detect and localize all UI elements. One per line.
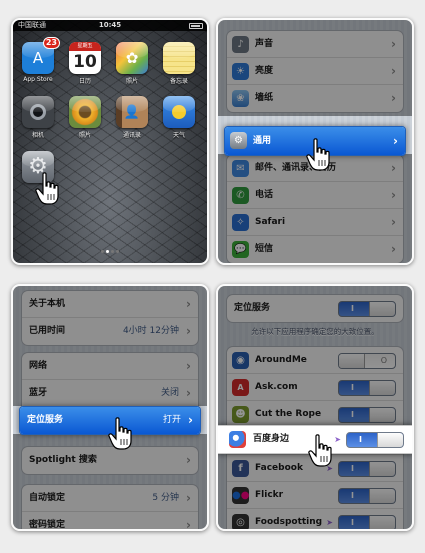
sound-icon: ♪ [232,36,249,53]
settings-row-sound[interactable]: ♪ 声音 › [227,31,403,58]
battery-icon [189,23,203,29]
chevron-right-icon: › [391,161,396,175]
page-indicator [13,238,207,257]
chevron-right-icon: › [186,386,191,400]
location-master-switch[interactable]: I [338,301,396,317]
chevron-right-icon: › [186,324,191,338]
notes-icon [163,42,195,74]
pointer-hand-icon [35,172,61,206]
app-row-cut-the-rope: ☻ Cut the Rope I [227,401,403,428]
photos-app[interactable]: ✿ 照片 [115,42,149,85]
chevron-right-icon: › [391,37,396,51]
pointer-hand-icon [306,138,332,172]
settings-row-phone[interactable]: ✆ 电话 › [227,182,403,209]
mail-icon: ✉ [232,160,249,177]
baidu-nearby-switch[interactable]: I [346,432,404,448]
chevron-right-icon: › [188,413,193,427]
usage-row[interactable]: 已用时间 4小时 12分钟 › [22,318,198,345]
spotlight-row[interactable]: Spotlight 搜索 › [22,447,198,474]
location-services-panel: 定位服务 I 允许以下应用程序确定您的大致位置。 ◉ AroundMe O A … [216,284,414,531]
wallpaper-icon: ❀ [232,90,249,107]
phone-icon: ✆ [232,187,249,204]
chevron-right-icon: › [186,297,191,311]
settings-row-brightness[interactable]: ☀ 亮度 › [227,58,403,85]
app-row-aroundme: ◉ AroundMe O [227,347,403,374]
weather-icon [163,96,195,128]
foodspotting-icon: ◎ [232,514,249,529]
about-row[interactable]: 关于本机 › [22,291,198,318]
general-icon: ⚙ [230,132,247,149]
baidu-nearby-icon [229,431,246,448]
app-row-foodspotting: ◎ Foodspotting ➤ I [227,509,403,529]
camera-app[interactable]: 相机 [21,96,55,139]
general-group-4: 自动锁定 5 分钟 › 密码锁定 › [21,484,199,531]
chevron-right-icon: › [391,64,396,78]
pointer-hand-icon [108,417,134,451]
cut-the-rope-icon: ☻ [232,406,249,423]
ask-switch[interactable]: I [338,380,396,396]
status-bar: 中国联通 10:45 [13,20,207,31]
chevron-right-icon: › [186,518,191,531]
badge-count: 23 [42,37,60,49]
notes-app[interactable]: 备忘录 [162,42,196,85]
weather-app[interactable]: 天气 [162,96,196,139]
chevron-right-icon: › [186,359,191,373]
aroundme-icon: ◉ [232,352,249,369]
location-arrow-icon: ➤ [326,518,333,527]
passcode-lock-row[interactable]: 密码锁定 › [22,512,198,531]
cut-the-rope-switch[interactable]: I [338,407,396,423]
sunflower-icon [69,96,101,128]
flickr-icon: ●● [232,487,249,504]
settings-panel: ♪ 声音 › ☀ 亮度 › ❀ 墙纸 › ⚙ 通用 › ✉ 邮件、通讯录、日历 › [216,18,414,265]
chevron-right-icon: › [393,134,398,148]
settings-row-messages[interactable]: 💬 短信 › [227,236,403,263]
location-master-row: 定位服务 I [227,295,403,322]
brightness-icon: ☀ [232,63,249,80]
gallery-app[interactable]: 照片 [68,96,102,139]
app-row-ask: A Ask.com I [227,374,403,401]
ask-icon: A [232,379,249,396]
general-group-1: 关于本机 › 已用时间 4小时 12分钟 › [21,290,199,346]
bluetooth-row[interactable]: 蓝牙 关闭 › [22,380,198,407]
auto-lock-row[interactable]: 自动锁定 5 分钟 › [22,485,198,512]
facebook-switch[interactable]: I [338,461,396,477]
contacts-app[interactable]: 👤 通讯录 [115,96,149,139]
app-store-app[interactable]: 23 A App Store [21,37,60,83]
chevron-right-icon: › [391,215,396,229]
photos-icon: ✿ [116,42,148,74]
calendar-icon: 星期五 10 [69,42,101,74]
general-panel: 关于本机› 已用时间 4小时 12分钟 › 网络› 蓝牙 关闭 › 定位服务 [11,284,209,531]
foodspotting-switch[interactable]: I [338,515,396,529]
aroundme-switch[interactable]: O [338,353,396,369]
safari-icon: ✧ [232,214,249,231]
contacts-icon: 👤 [116,96,148,128]
messages-icon: 💬 [232,241,249,258]
location-note: 允许以下应用程序确定您的大致位置。 [251,327,379,336]
flickr-switch[interactable]: I [338,488,396,504]
chevron-right-icon: › [391,91,396,105]
chevron-right-icon: › [391,188,396,202]
camera-icon [22,96,54,128]
location-arrow-icon: ➤ [334,435,341,444]
home-screen-panel: 中国联通 10:45 23 A App Store 星期五 10 日历 ✿ 照片… [11,18,209,265]
chevron-right-icon: › [186,491,191,505]
location-master-group: 定位服务 I [226,294,404,323]
settings-row-safari[interactable]: ✧ Safari › [227,209,403,236]
app-row-flickr: ●● Flickr I [227,482,403,509]
network-row[interactable]: 网络 › [22,353,198,380]
settings-row-wallpaper[interactable]: ❀ 墙纸 › [227,85,403,112]
pointer-hand-icon [308,434,334,468]
facebook-icon: f [232,460,249,477]
chevron-right-icon: › [391,242,396,256]
settings-group: ♪ 声音 › ☀ 亮度 › ❀ 墙纸 › [226,30,404,113]
chevron-right-icon: › [186,453,191,467]
clock-label: 10:45 [98,21,122,29]
calendar-app[interactable]: 星期五 10 日历 [68,42,102,85]
